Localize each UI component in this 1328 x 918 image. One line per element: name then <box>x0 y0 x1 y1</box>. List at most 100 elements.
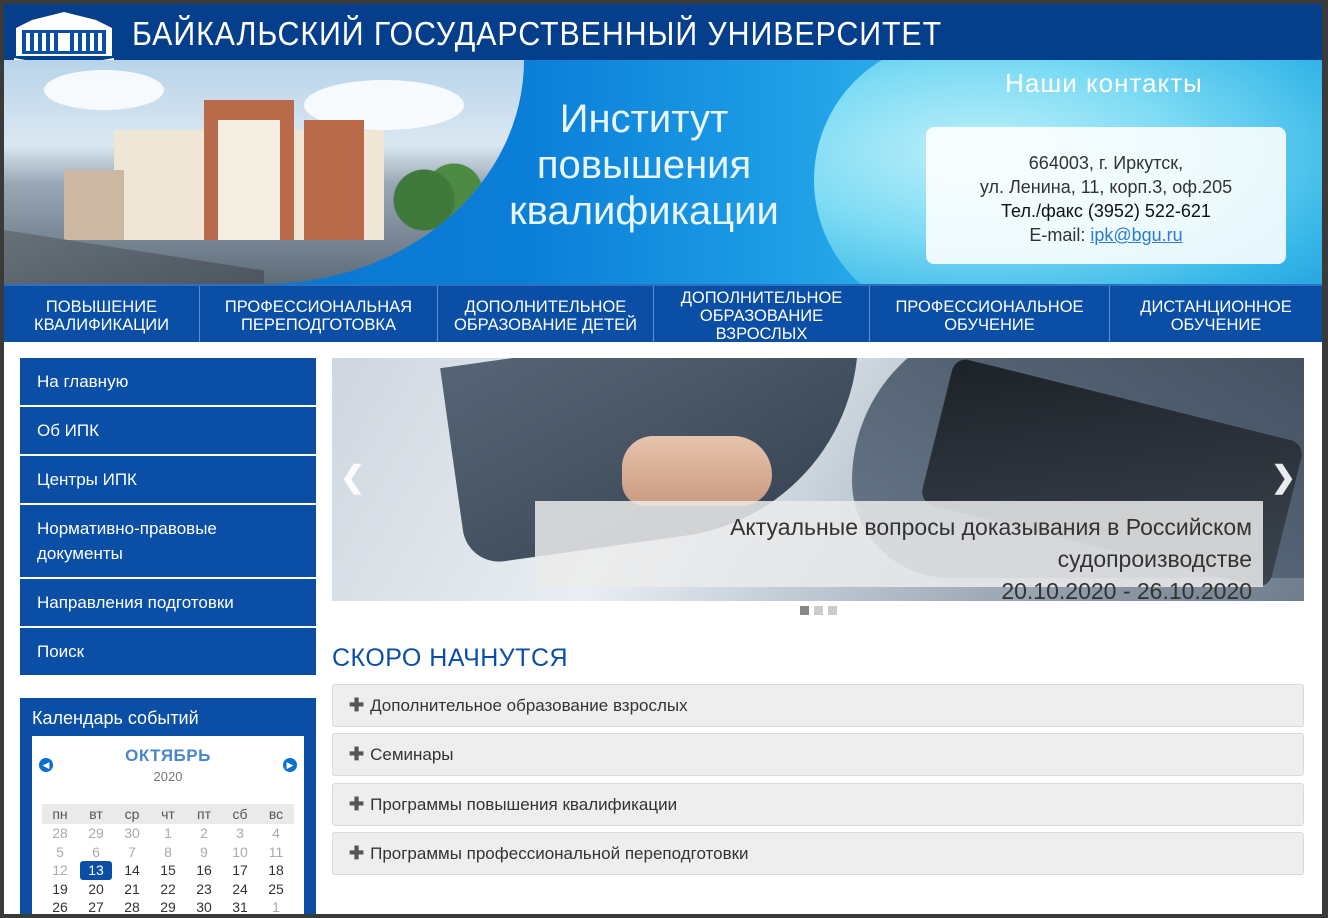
calendar-day[interactable]: 8 <box>150 843 186 862</box>
calendar-day[interactable]: 6 <box>78 843 114 862</box>
calendar-day[interactable]: 10 <box>222 843 258 862</box>
sidebar-item-directions[interactable]: Направления подготовки <box>20 579 316 628</box>
calendar-day[interactable]: 1 <box>258 898 294 914</box>
calendar-day[interactable]: 21 <box>114 880 150 899</box>
calendar-day[interactable]: 19 <box>42 880 78 899</box>
calendar-weekdays: пн вт ср чт пт сб вс <box>42 804 294 824</box>
calendar-week: 5 6 7 8 9 10 11 <box>42 843 294 862</box>
calendar-week: 26 27 28 29 30 31 1 <box>42 898 294 914</box>
calendar-day[interactable]: 26 <box>42 898 78 914</box>
page: БАЙКАЛЬСКИЙ ГОСУДАРСТВЕННЫЙ УНИВЕРСИТЕТ … <box>4 4 1322 914</box>
accordion-item[interactable]: ✚ Программы профессиональной переподготов… <box>332 832 1304 875</box>
calendar-body: ◀ ▶ ОКТЯБРЬ 2020 пн вт ср чт пт сб вс 28… <box>32 736 304 914</box>
weekday: вт <box>89 806 103 822</box>
calendar-title: Календарь событий <box>32 708 199 728</box>
calendar-day[interactable]: 11 <box>258 843 294 862</box>
university-building-photo <box>4 60 524 284</box>
institute-title: Институт повышения квалификации <box>509 97 779 233</box>
address-line-2: ул. Ленина, 11, корп.3, оф.205 <box>979 177 1233 197</box>
calendar-day[interactable]: 3 <box>222 824 258 843</box>
calendar-day[interactable]: 7 <box>114 843 150 862</box>
calendar-week: 28 29 30 1 2 3 4 <box>42 824 294 843</box>
accordion-item[interactable]: ✚ Программы повышения квалификации <box>332 783 1304 826</box>
top-navigation: ПОВЫШЕНИЕ КВАЛИФИКАЦИИ ПРОФЕССИОНАЛЬНАЯ ПЕ… <box>4 284 1322 343</box>
calendar-day[interactable]: 29 <box>78 824 114 843</box>
sidebar: На главную Об ИПК Центры ИПК Нормативно-… <box>20 358 316 677</box>
slider-dot[interactable] <box>800 606 809 615</box>
phone: Тел./факс (3952) 522-621 <box>1001 201 1211 221</box>
email-link[interactable]: ipk@bgu.ru <box>1090 225 1182 245</box>
plus-icon: ✚ <box>349 744 365 764</box>
calendar-day[interactable]: 28 <box>114 898 150 914</box>
nav-item-professional-training[interactable]: ПРОФЕССИОНАЛЬНОЕ ОБУЧЕНИЕ <box>870 286 1110 342</box>
calendar-day[interactable]: 22 <box>150 880 186 899</box>
contacts-title: Наши контакты <box>1005 68 1203 98</box>
address-line-1: 664003, г. Иркутск, <box>1028 153 1184 173</box>
weekday: чт <box>161 806 175 822</box>
calendar-day[interactable]: 16 <box>186 861 222 880</box>
accordion-item[interactable]: ✚ Дополнительное образование взрослых <box>332 684 1304 727</box>
calendar-day[interactable]: 5 <box>42 843 78 862</box>
calendar-day[interactable]: 15 <box>150 861 186 880</box>
calendar-week: 19 20 21 22 23 24 25 <box>42 880 294 899</box>
calendar-day-today[interactable]: 13 <box>80 861 112 880</box>
calendar-day[interactable]: 25 <box>258 880 294 899</box>
slide-caption[interactable]: Актуальные вопросы доказывания в Российс… <box>535 501 1263 601</box>
plus-icon: ✚ <box>349 695 365 715</box>
sidebar-item-documents[interactable]: Нормативно-правовые документы <box>20 505 316 579</box>
slide-dates: 20.10.2020 - 26.10.2020 <box>1001 578 1252 601</box>
calendar-day[interactable]: 30 <box>186 898 222 914</box>
email-line: E-mail: ipk@bgu.ru <box>1029 225 1183 245</box>
calendar-day[interactable]: 2 <box>186 824 222 843</box>
section-heading: СКОРО НАЧНУТСЯ <box>332 644 569 672</box>
calendar-day[interactable]: 31 <box>222 898 258 914</box>
slide-title: Актуальные вопросы доказывания в Российс… <box>730 514 1252 572</box>
calendar-day[interactable]: 24 <box>222 880 258 899</box>
calendar-week: 12 13 14 15 16 17 18 <box>42 861 294 880</box>
sidebar-item-home[interactable]: На главную <box>20 358 316 407</box>
nav-item-retraining[interactable]: ПРОФЕССИОНАЛЬНАЯ ПЕРЕПОДГОТОВКА <box>200 286 438 342</box>
nav-item-qualification[interactable]: ПОВЫШЕНИЕ КВАЛИФИКАЦИИ <box>4 286 200 342</box>
calendar-day[interactable]: 20 <box>78 880 114 899</box>
slider-dot[interactable] <box>828 606 837 615</box>
header-banner: Институт повышения квалификации Наши кон… <box>4 60 1322 284</box>
calendar-day[interactable]: 12 <box>42 861 78 880</box>
calendar-year: 2020 <box>153 769 183 784</box>
calendar-day[interactable]: 29 <box>150 898 186 914</box>
calendar-day[interactable]: 17 <box>222 861 258 880</box>
header-bar: БАЙКАЛЬСКИЙ ГОСУДАРСТВЕННЫЙ УНИВЕРСИТЕТ <box>4 4 1322 60</box>
nav-item-distance-learning[interactable]: ДИСТАНЦИОННОЕ ОБУЧЕНИЕ <box>1110 286 1322 342</box>
university-title: БАЙКАЛЬСКИЙ ГОСУДАРСТВЕННЫЙ УНИВЕРСИТЕТ <box>132 15 943 52</box>
calendar-day[interactable]: 23 <box>186 880 222 899</box>
calendar-grid: пн вт ср чт пт сб вс 28 29 30 1 2 3 4 5 … <box>42 804 294 914</box>
sidebar-item-centers[interactable]: Центры ИПК <box>20 456 316 505</box>
nav-item-children-education[interactable]: ДОПОЛНИТЕЛЬНОЕ ОБРАЗОВАНИЕ ДЕТЕЙ <box>438 286 654 342</box>
weekday: вс <box>268 806 284 822</box>
news-slider: ❮ ❯ Актуальные вопросы доказывания в Рос… <box>332 358 1304 601</box>
sidebar-item-search[interactable]: Поиск <box>20 628 316 677</box>
calendar-day[interactable]: 4 <box>258 824 294 843</box>
slider-next-icon[interactable]: ❯ <box>1271 460 1296 495</box>
calendar-day[interactable]: 27 <box>78 898 114 914</box>
plus-icon: ✚ <box>349 794 365 814</box>
sidebar-item-about[interactable]: Об ИПК <box>20 407 316 456</box>
calendar-day[interactable]: 9 <box>186 843 222 862</box>
weekday: сб <box>232 806 248 822</box>
weekday: пт <box>197 806 211 822</box>
plus-icon: ✚ <box>349 843 365 863</box>
calendar-day[interactable]: 18 <box>258 861 294 880</box>
nav-item-adult-education[interactable]: ДОПОЛНИТЕЛЬНОЕ ОБРАЗОВАНИЕ ВЗРОСЛЫХ <box>654 286 870 343</box>
calendar-day[interactable]: 28 <box>42 824 78 843</box>
accordion-item[interactable]: ✚ Семинары <box>332 733 1304 776</box>
slide-image-handshake <box>622 436 772 506</box>
weekday: ср <box>124 806 140 822</box>
slider-dot[interactable] <box>814 606 823 615</box>
slider-prev-icon[interactable]: ❮ <box>340 460 365 495</box>
calendar-day[interactable]: 30 <box>114 824 150 843</box>
calendar-day[interactable]: 14 <box>114 861 150 880</box>
calendar-day[interactable]: 1 <box>150 824 186 843</box>
contacts-box: 664003, г. Иркутск, ул. Ленина, 11, корп… <box>926 127 1286 264</box>
slider-dots <box>800 606 837 615</box>
events-calendar: Календарь событий ◀ ▶ ОКТЯБРЬ 2020 пн вт… <box>20 698 316 914</box>
calendar-month: ОКТЯБРЬ <box>125 746 211 765</box>
